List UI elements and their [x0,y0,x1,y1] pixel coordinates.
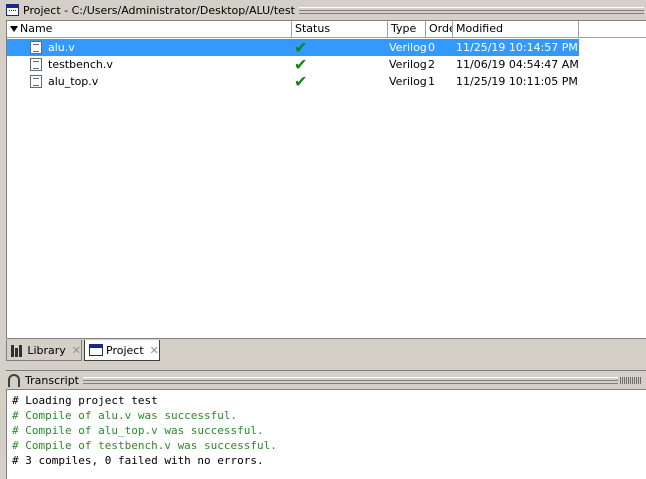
file-type: Verilog [389,75,427,88]
compiled-check-icon: ✔ [294,55,308,74]
tab-project[interactable]: Project ✕ [84,340,160,361]
file-order: 0 [428,41,435,54]
file-type: Verilog [389,58,427,71]
transcript-line: # Loading project test [12,394,158,407]
compiled-check-icon: ✔ [294,72,308,91]
file-order: 2 [428,58,435,71]
column-header-row: Name Status Type Order Modified [7,21,646,38]
panel-tab-bar: Library ✕ Project ✕ [6,338,646,362]
transcript-console[interactable]: # Loading project test # Compile of alu.… [6,389,646,479]
transcript-title: Transcript [25,373,79,387]
close-icon[interactable]: ✕ [150,341,159,360]
column-header-status[interactable]: Status [292,21,388,37]
sort-arrow-icon[interactable] [10,26,18,32]
library-icon [11,344,24,357]
project-window-titlebar[interactable]: Project - C:/Users/Administrator/Desktop… [0,0,646,20]
tab-library-label: Library [27,343,66,357]
column-header-modified[interactable]: Modified [453,21,579,37]
column-header-type[interactable]: Type [388,21,426,37]
window-title: Project - C:/Users/Administrator/Desktop… [23,3,295,17]
file-row[interactable]: alu_top.v ✔ Verilog 1 11/25/19 10:11:05 … [7,73,579,90]
transcript-icon [8,373,20,387]
file-order: 1 [428,75,435,88]
verilog-file-icon [30,58,42,71]
transcript-line: # 3 compiles, 0 failed with no errors. [12,454,264,467]
tab-library[interactable]: Library ✕ [6,340,82,361]
close-icon[interactable]: ✕ [72,341,81,360]
project-file-list[interactable]: Name Status Type Order Modified alu.v ✔ … [6,20,646,338]
column-header-name[interactable]: Name [7,21,292,37]
file-name: testbench.v [48,58,113,71]
file-name: alu_top.v [48,75,99,88]
project-window-icon [6,4,19,16]
compiled-check-icon: ✔ [294,38,308,57]
titlebar-grip[interactable] [298,6,644,14]
file-type: Verilog [389,41,427,54]
transcript-resize-handle[interactable] [620,376,642,384]
tab-project-label: Project [106,343,144,357]
file-row[interactable]: testbench.v ✔ Verilog 2 11/06/19 04:54:4… [7,56,579,73]
verilog-file-icon [30,41,42,54]
verilog-file-icon [30,75,42,88]
transcript-line: # Compile of alu.v was successful. [12,409,238,422]
file-modified: 11/25/19 10:14:57 PM [456,41,578,54]
transcript-titlebar[interactable]: Transcript [6,370,646,389]
file-modified: 11/06/19 04:54:47 AM [456,58,579,71]
transcript-line: # Compile of alu_top.v was successful. [12,424,264,437]
file-name: alu.v [48,41,75,54]
project-icon [89,344,103,356]
transcript-line: # Compile of testbench.v was successful. [12,439,277,452]
file-row[interactable]: alu.v ✔ Verilog 0 11/25/19 10:14:57 PM [7,39,579,56]
file-modified: 11/25/19 10:11:05 PM [456,75,578,88]
column-header-order[interactable]: Order [426,21,453,37]
transcript-grip[interactable] [83,376,618,384]
